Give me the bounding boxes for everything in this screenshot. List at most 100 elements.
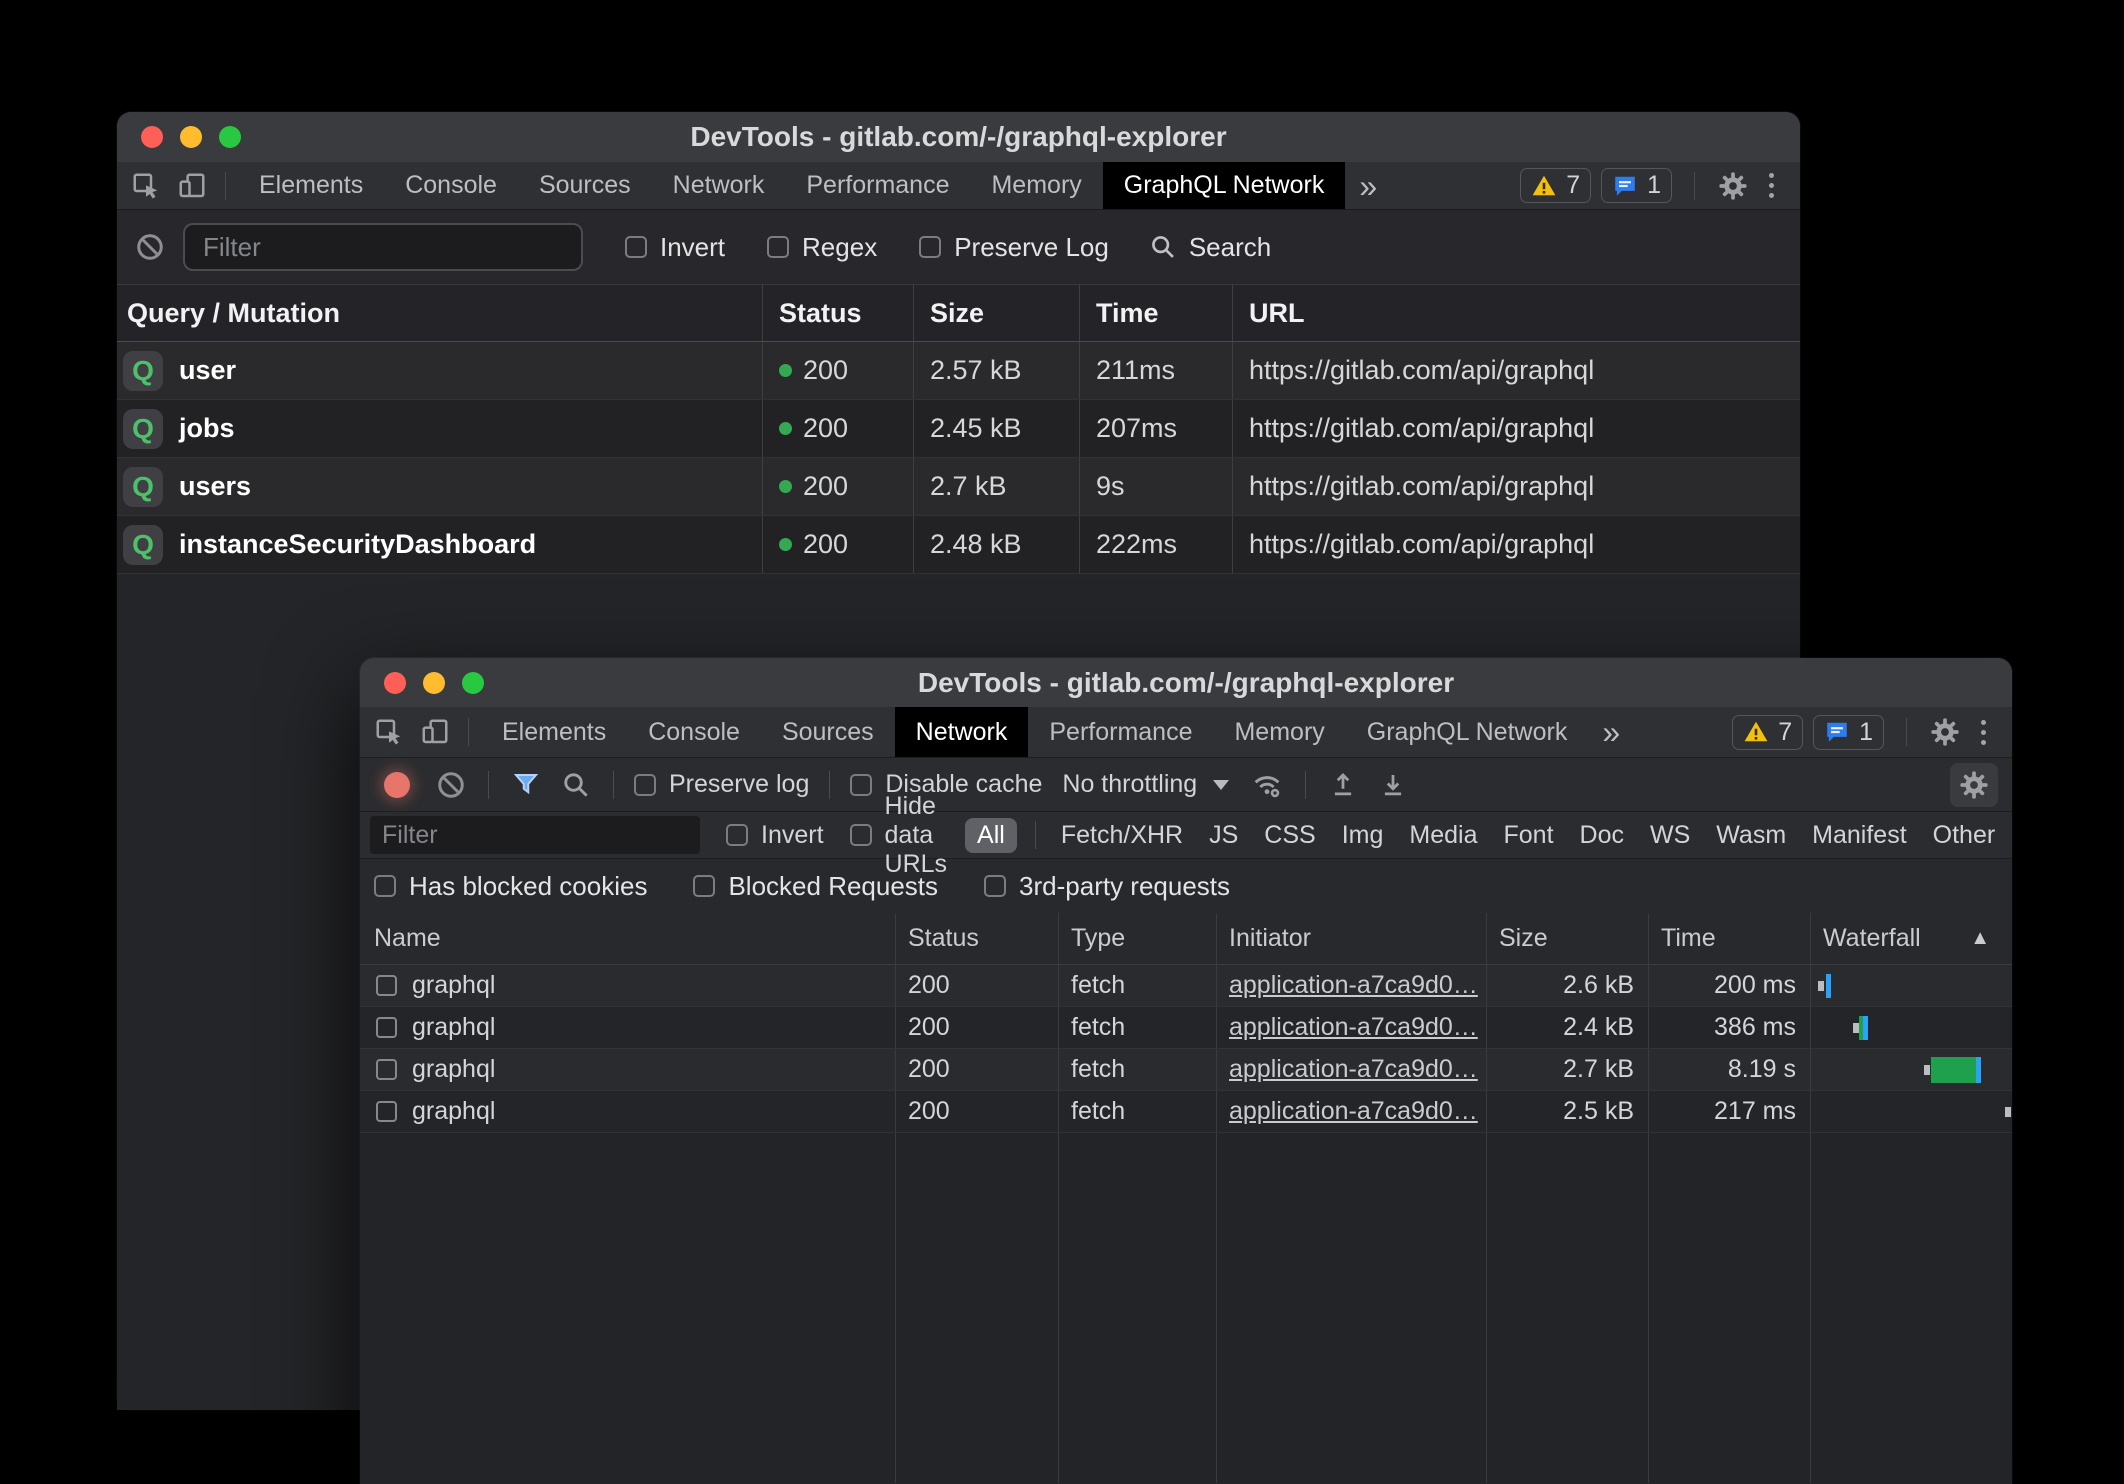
table-row[interactable]: graphql 200 fetch application-a7ca9d0… 2… [360,1049,2012,1091]
inspect-element-icon[interactable] [131,171,161,201]
column-header-status[interactable]: Status [895,913,1058,964]
third-party-requests-checkbox[interactable]: 3rd-party requests [984,871,1230,902]
initiator-link[interactable]: application-a7ca9d0… [1229,1013,1478,1042]
clear-icon[interactable] [135,232,165,262]
messages-badge[interactable]: 1 [1601,168,1672,203]
checkbox[interactable] [634,774,656,796]
throttling-dropdown[interactable]: No throttling [1062,770,1229,799]
regex-checkbox[interactable]: Regex [767,232,877,263]
close-button[interactable] [141,126,163,148]
more-tabs-icon[interactable]: » [1588,716,1634,748]
has-blocked-cookies-checkbox[interactable]: Has blocked cookies [374,871,647,902]
checkbox[interactable] [625,236,647,258]
tab-sources[interactable]: Sources [761,707,895,757]
messages-badge[interactable]: 1 [1813,715,1884,750]
tab-console[interactable]: Console [384,162,518,209]
table-row[interactable]: Q user 200 2.57 kB 211ms https://gitlab.… [117,342,1800,400]
table-row[interactable]: Q jobs 200 2.45 kB 207ms https://gitlab.… [117,400,1800,458]
type-filter-all[interactable]: All [965,818,1017,853]
type-filter-other[interactable]: Other [1933,821,1996,850]
type-filter-doc[interactable]: Doc [1580,821,1624,850]
column-header-initiator[interactable]: Initiator [1216,913,1486,964]
type-filter-fetch-xhr[interactable]: Fetch/XHR [1061,821,1183,850]
tab-memory[interactable]: Memory [1213,707,1345,757]
device-toolbar-icon[interactable] [177,171,207,201]
invert-checkbox[interactable]: Invert [625,232,725,263]
column-header-waterfall[interactable]: Waterfall ▲ [1810,913,2012,964]
tab-network[interactable]: Network [895,707,1029,757]
column-header-name[interactable]: Name [360,913,895,964]
search-icon[interactable] [561,770,591,800]
titlebar[interactable]: DevTools - gitlab.com/-/graphql-explorer [360,658,2012,707]
tab-performance[interactable]: Performance [785,162,970,209]
tab-performance[interactable]: Performance [1028,707,1213,757]
checkbox[interactable] [984,875,1006,897]
table-row[interactable]: graphql 200 fetch application-a7ca9d0… 2… [360,1007,2012,1049]
minimize-button[interactable] [180,126,202,148]
preserve-log-checkbox[interactable]: Preserve log [634,770,809,799]
export-har-icon[interactable] [1378,770,1408,800]
column-header-type[interactable]: Type [1058,913,1216,964]
row-checkbox[interactable] [376,1017,397,1038]
tab-graphql-network[interactable]: GraphQL Network [1103,162,1346,209]
warnings-badge[interactable]: 7 [1520,168,1591,203]
tab-memory[interactable]: Memory [970,162,1102,209]
row-checkbox[interactable] [376,1059,397,1080]
warnings-badge[interactable]: 7 [1732,715,1803,750]
invert-checkbox[interactable]: Invert [726,821,824,850]
minimize-button[interactable] [423,672,445,694]
initiator-link[interactable]: application-a7ca9d0… [1229,1097,1478,1126]
checkbox[interactable] [767,236,789,258]
tab-console[interactable]: Console [627,707,761,757]
column-header-time[interactable]: Time [1648,913,1810,964]
settings-gear-icon[interactable] [1717,170,1749,202]
initiator-link[interactable]: application-a7ca9d0… [1229,971,1478,1000]
import-har-icon[interactable] [1328,770,1358,800]
type-filter-font[interactable]: Font [1503,821,1553,850]
titlebar[interactable]: DevTools - gitlab.com/-/graphql-explorer [117,112,1800,162]
zoom-button[interactable] [219,126,241,148]
checkbox[interactable] [726,824,748,846]
type-filter-ws[interactable]: WS [1650,821,1690,850]
type-filter-js[interactable]: JS [1209,821,1238,850]
more-tabs-icon[interactable]: » [1345,170,1391,202]
filter-funnel-icon[interactable] [511,770,541,800]
table-row[interactable]: Q instanceSecurityDashboard 200 2.48 kB … [117,516,1800,574]
network-settings-button[interactable] [1950,763,1998,807]
clear-icon[interactable] [436,770,466,800]
column-header-url[interactable]: URL [1232,285,1800,341]
type-filter-img[interactable]: Img [1342,821,1384,850]
record-button[interactable] [384,772,410,798]
checkbox[interactable] [919,236,941,258]
column-header-query[interactable]: Query / Mutation [117,285,762,341]
type-filter-media[interactable]: Media [1409,821,1477,850]
filter-input[interactable] [183,223,583,271]
table-row[interactable]: graphql 200 fetch application-a7ca9d0… 2… [360,965,2012,1007]
search-button[interactable]: Search [1149,232,1271,263]
tab-graphql-network[interactable]: GraphQL Network [1346,707,1589,757]
row-checkbox[interactable] [376,1101,397,1122]
hide-data-urls-checkbox[interactable]: Hide data URLs [850,792,948,879]
table-row[interactable]: graphql 200 fetch application-a7ca9d0… 2… [360,1091,2012,1133]
checkbox[interactable] [693,875,715,897]
column-header-size[interactable]: Size [1486,913,1648,964]
kebab-menu-icon[interactable] [1759,167,1784,204]
inspect-element-icon[interactable] [374,717,404,747]
kebab-menu-icon[interactable] [1971,714,1996,751]
table-row[interactable]: Q users 200 2.7 kB 9s https://gitlab.com… [117,458,1800,516]
type-filter-wasm[interactable]: Wasm [1716,821,1786,850]
settings-gear-icon[interactable] [1929,716,1961,748]
column-header-time[interactable]: Time [1079,285,1232,341]
row-checkbox[interactable] [376,975,397,996]
tab-sources[interactable]: Sources [518,162,652,209]
network-conditions-icon[interactable] [1251,769,1283,801]
tab-elements[interactable]: Elements [481,707,627,757]
filter-input[interactable] [370,816,700,854]
type-filter-manifest[interactable]: Manifest [1812,821,1906,850]
tab-network[interactable]: Network [652,162,786,209]
checkbox[interactable] [850,824,872,846]
zoom-button[interactable] [462,672,484,694]
tab-elements[interactable]: Elements [238,162,384,209]
initiator-link[interactable]: application-a7ca9d0… [1229,1055,1478,1084]
close-button[interactable] [384,672,406,694]
